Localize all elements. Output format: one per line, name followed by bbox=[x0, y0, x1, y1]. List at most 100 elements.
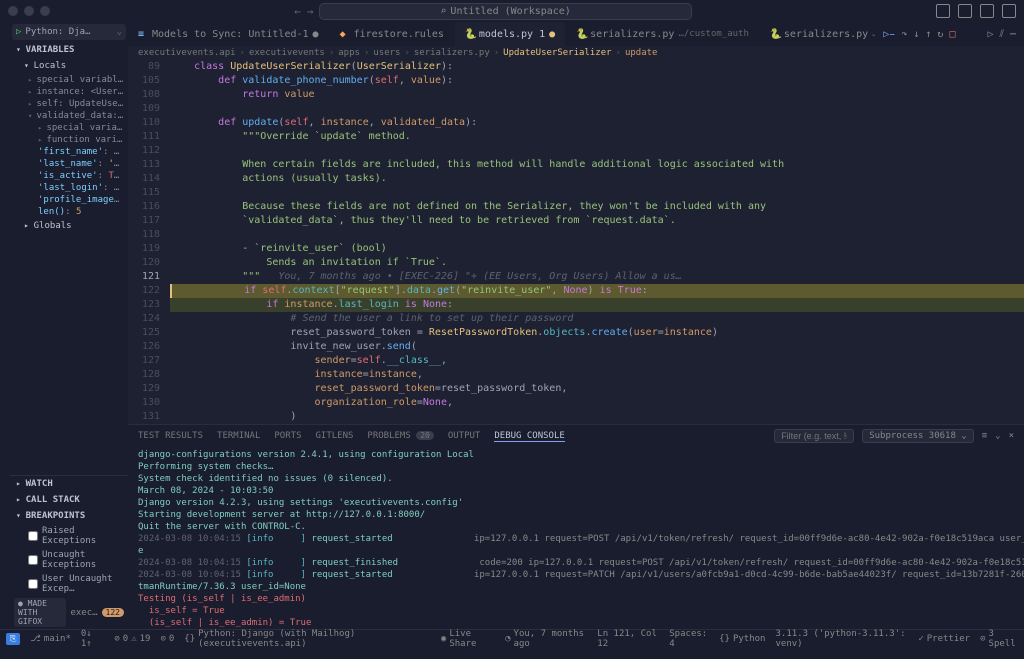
step-over-icon[interactable]: ↷ bbox=[901, 29, 907, 40]
console-filter-input[interactable] bbox=[774, 429, 854, 443]
chevron-down-icon[interactable]: ⌄ bbox=[117, 27, 122, 37]
debug-config-selector[interactable]: ▷ Python: Dja… ⌄ bbox=[12, 24, 126, 40]
editor-tab[interactable]: 🐍serializers.py…/users× bbox=[760, 22, 875, 46]
editor-tab[interactable]: 🐍models.py 1● bbox=[455, 22, 566, 46]
code-line[interactable]: """ You, 7 months ago • [EXEC-226] "+ (E… bbox=[170, 270, 1024, 284]
breadcrumb-item[interactable]: update bbox=[625, 48, 658, 58]
remote-indicator[interactable]: ⎘ bbox=[6, 633, 20, 645]
code-line[interactable] bbox=[170, 186, 1024, 200]
maximize-window[interactable] bbox=[40, 6, 50, 16]
panel-tab[interactable]: Test Results bbox=[138, 431, 203, 441]
globals-scope[interactable]: Globals bbox=[10, 218, 128, 234]
variable-item[interactable]: 'last_login': None bbox=[10, 182, 128, 194]
code-line[interactable]: reset_password_token=reset_password_toke… bbox=[170, 382, 1024, 396]
variable-item[interactable]: validated_data: {'first_… bbox=[10, 110, 128, 122]
variables-section[interactable]: Variables bbox=[10, 42, 128, 58]
breadcrumb-item[interactable]: apps bbox=[338, 48, 360, 58]
panel-tab[interactable]: GitLens bbox=[315, 431, 353, 441]
clear-console-icon[interactable]: ≡ bbox=[982, 431, 987, 441]
problems-status[interactable]: ⊘ 0 ⚠ 19 bbox=[114, 634, 150, 644]
code-line[interactable]: if self.context["request"].data.get("rei… bbox=[170, 284, 1024, 298]
toggle-sidebar-icon[interactable] bbox=[958, 4, 972, 18]
git-blame-status[interactable]: ◔ You, 7 months ago bbox=[505, 629, 587, 649]
breakpoints-section[interactable]: Breakpoints bbox=[10, 508, 128, 524]
code-line[interactable]: Sends an invitation if `True`. bbox=[170, 256, 1024, 270]
variable-item[interactable]: 'first_name': 'Updated' bbox=[10, 146, 128, 158]
watch-section[interactable]: Watch bbox=[10, 476, 128, 492]
close-panel-icon[interactable]: × bbox=[1009, 431, 1014, 441]
nav-back-icon[interactable]: ← bbox=[294, 5, 301, 18]
code-line[interactable]: Because these fields are not defined on … bbox=[170, 200, 1024, 214]
nav-forward-icon[interactable]: → bbox=[307, 5, 314, 18]
prettier-status[interactable]: ✓ Prettier bbox=[918, 629, 970, 649]
variable-item[interactable]: special variables bbox=[10, 74, 128, 86]
code-line[interactable]: class UpdateUserSerializer(UserSerialize… bbox=[170, 60, 1024, 74]
breadcrumb-item[interactable]: users bbox=[373, 48, 400, 58]
code-line[interactable]: sender=self.__class__, bbox=[170, 354, 1024, 368]
panel-tab[interactable]: Ports bbox=[274, 431, 301, 441]
variable-item[interactable]: 'profile_image_url': 'h… bbox=[10, 194, 128, 206]
toggle-panel-icon[interactable] bbox=[936, 4, 950, 18]
split-icon[interactable]: ⫽ bbox=[1000, 29, 1004, 40]
git-sync[interactable]: 0↓ 1↑ bbox=[81, 629, 104, 649]
more-icon[interactable]: ⋯ bbox=[1010, 29, 1016, 40]
code-line[interactable]: def validate_phone_number(self, value): bbox=[170, 74, 1024, 88]
subprocess-selector[interactable]: Subprocess 30618 ⌄ bbox=[862, 429, 974, 443]
editor-tab[interactable]: 🐍serializers.py…/custom_auth bbox=[566, 22, 760, 46]
code-line[interactable] bbox=[170, 144, 1024, 158]
variable-item[interactable]: function variables bbox=[10, 134, 128, 146]
breakpoint-item[interactable]: Raised Exceptions bbox=[10, 524, 128, 548]
spell-status[interactable]: ⊙ 3 Spell bbox=[980, 629, 1018, 649]
cursor-position[interactable]: Ln 121, Col 12 bbox=[597, 629, 659, 649]
code-line[interactable]: return value bbox=[170, 88, 1024, 102]
code-line[interactable]: reset_password_token = ResetPasswordToke… bbox=[170, 326, 1024, 340]
code-line[interactable]: actions (usually tasks). bbox=[170, 172, 1024, 186]
code-line[interactable]: # Send the user a link to set up their p… bbox=[170, 312, 1024, 326]
close-window[interactable] bbox=[8, 6, 18, 16]
variable-item[interactable]: instance: <User: … , (eng… bbox=[10, 86, 128, 98]
breadcrumb-item[interactable]: serializers.py bbox=[414, 48, 490, 58]
breakpoint-item[interactable]: User Uncaught Excep… bbox=[10, 572, 128, 596]
breadcrumb[interactable]: executivevents.api›executivevents›apps›u… bbox=[128, 46, 1024, 60]
panel-tab[interactable]: Output bbox=[448, 431, 481, 441]
breadcrumb-item[interactable]: UpdateUserSerializer bbox=[503, 48, 611, 58]
code-line[interactable]: instance=instance, bbox=[170, 368, 1024, 382]
interpreter-status[interactable]: {} Python: Django (with Mailhog) (execut… bbox=[184, 629, 431, 649]
code-line[interactable]: ) bbox=[170, 410, 1024, 424]
code-line[interactable]: organization_role=None, bbox=[170, 396, 1024, 410]
code-line[interactable]: When certain fields are included, this m… bbox=[170, 158, 1024, 172]
breakpoint-item[interactable]: Uncaught Exceptions bbox=[10, 548, 128, 572]
python-version[interactable]: 3.11.3 ('python-3.11.3': venv) bbox=[775, 629, 908, 649]
indentation-status[interactable]: Spaces: 4 bbox=[669, 629, 709, 649]
variable-item[interactable]: len(): 5 bbox=[10, 206, 128, 218]
panel-tab[interactable]: Debug Console bbox=[494, 431, 564, 442]
variable-item[interactable]: 'is_active': True bbox=[10, 170, 128, 182]
stop-icon[interactable]: □ bbox=[949, 29, 955, 40]
restart-icon[interactable]: ↻ bbox=[937, 29, 943, 40]
step-into-icon[interactable]: ↓ bbox=[913, 29, 919, 40]
variable-item[interactable]: self: UpdateUserSerial… bbox=[10, 98, 128, 110]
code-line[interactable] bbox=[170, 102, 1024, 116]
code-line[interactable]: """Override `update` method. bbox=[170, 130, 1024, 144]
toggle-secondary-icon[interactable] bbox=[980, 4, 994, 18]
code-line[interactable]: - `reinvite_user` (bool) bbox=[170, 242, 1024, 256]
code-line[interactable] bbox=[170, 228, 1024, 242]
continue-icon[interactable]: ▷̵ bbox=[883, 29, 895, 40]
variable-item[interactable]: 'last_name': 'User' bbox=[10, 158, 128, 170]
code-editor[interactable]: 8910510810911011111211311411511611711811… bbox=[128, 60, 1024, 424]
step-out-icon[interactable]: ↑ bbox=[925, 29, 931, 40]
ports-status[interactable]: ⊙ 0 bbox=[160, 634, 174, 644]
customize-layout-icon[interactable] bbox=[1002, 4, 1016, 18]
code-line[interactable]: invite_new_user.send( bbox=[170, 340, 1024, 354]
panel-tab[interactable]: Problems 20 bbox=[367, 431, 433, 441]
minimize-window[interactable] bbox=[24, 6, 34, 16]
liveshare-status[interactable]: ◉ Live Share bbox=[441, 629, 495, 649]
code-line[interactable]: if instance.last_login is None: bbox=[170, 298, 1024, 312]
callstack-section[interactable]: Call Stack bbox=[10, 492, 128, 508]
breadcrumb-item[interactable]: executivevents bbox=[249, 48, 325, 58]
editor-tab[interactable]: ≡Models to Sync: Untitled-1● bbox=[128, 22, 330, 46]
run-icon[interactable]: ▷ bbox=[987, 29, 993, 40]
locals-scope[interactable]: Locals bbox=[10, 58, 128, 74]
collapse-panel-icon[interactable]: ⌄ bbox=[995, 431, 1000, 441]
editor-tab[interactable]: ◆firestore.rules bbox=[330, 22, 455, 46]
